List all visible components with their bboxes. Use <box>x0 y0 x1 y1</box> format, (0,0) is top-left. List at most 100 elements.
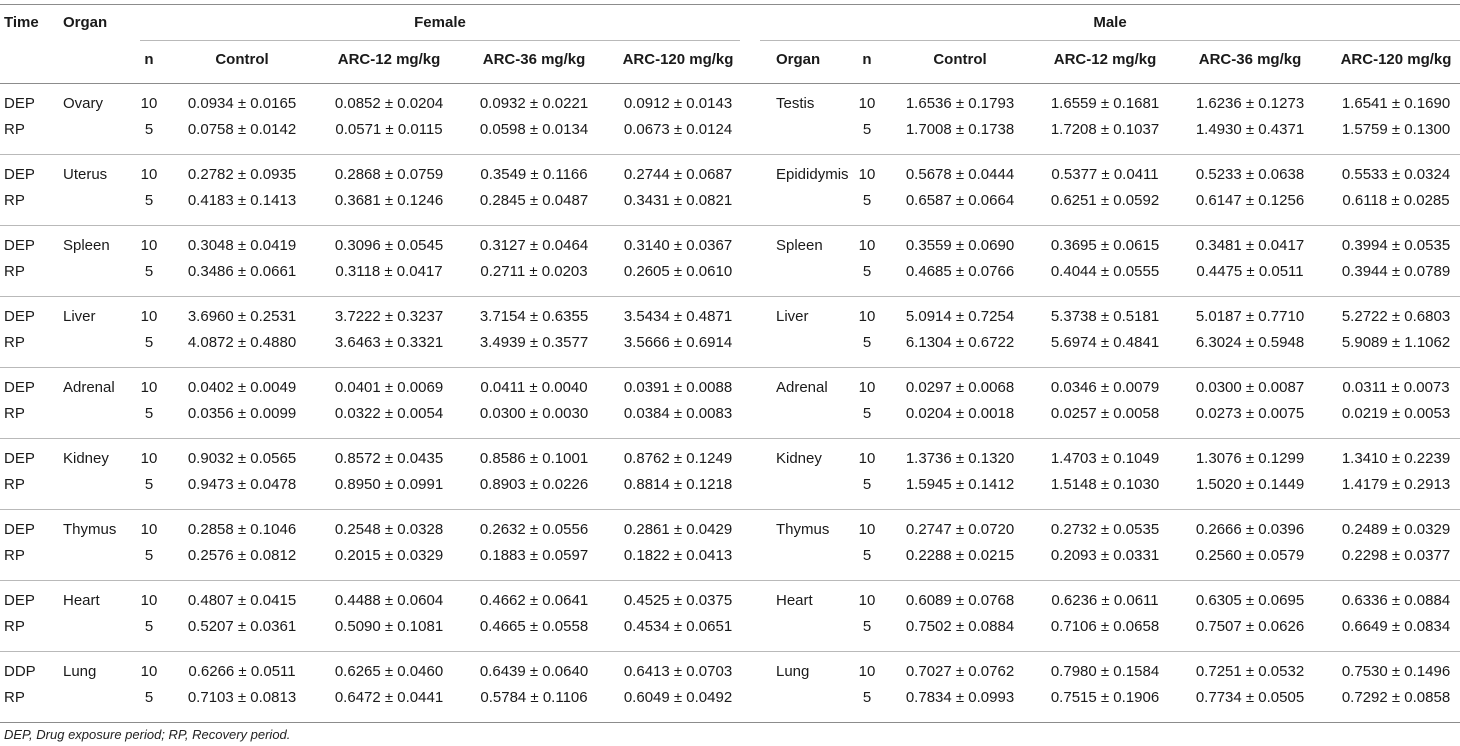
female-group-rule <box>140 40 740 41</box>
header-male-group: ARC-36 mg/kg <box>1198 51 1302 68</box>
header-female-group: ARC-36 mg/kg <box>482 51 586 68</box>
cell-female-value: 0.0758 ± 0.0142 <box>187 121 297 138</box>
cell-male-value: 0.7734 ± 0.0505 <box>1195 689 1305 706</box>
cell-n-female: 10 <box>140 379 158 396</box>
cell-female-value: 0.0391 ± 0.0088 <box>623 379 733 396</box>
cell-female-value: 0.8762 ± 0.1249 <box>623 450 733 467</box>
cell-female-value: 3.4939 ± 0.3577 <box>479 334 589 351</box>
cell-n-female: 5 <box>144 689 154 706</box>
cell-male-value: 1.5759 ± 0.1300 <box>1341 121 1451 138</box>
cell-n-female: 5 <box>144 405 154 422</box>
cell-male-value: 0.7980 ± 0.1584 <box>1050 663 1160 680</box>
block-separator-rule <box>0 296 1460 297</box>
cell-male-value: 1.4179 ± 0.2913 <box>1341 476 1451 493</box>
cell-male-value: 5.6974 ± 0.4841 <box>1050 334 1160 351</box>
cell-female-value: 0.0401 ± 0.0069 <box>334 379 444 396</box>
cell-female-value: 0.3486 ± 0.0661 <box>187 263 297 280</box>
cell-time: DEP <box>4 379 35 396</box>
cell-female-value: 0.2711 ± 0.0203 <box>480 263 588 280</box>
cell-female-value: 3.7222 ± 0.3237 <box>334 308 444 325</box>
cell-male-value: 0.4475 ± 0.0511 <box>1196 263 1304 280</box>
cell-time: DDP <box>4 663 36 680</box>
header-male-group: ARC-120 mg/kg <box>1340 51 1452 68</box>
cell-female-value: 0.5207 ± 0.0361 <box>187 618 297 635</box>
cell-n-female: 5 <box>144 547 154 564</box>
cell-female-value: 0.0384 ± 0.0083 <box>623 405 733 422</box>
cell-male-value: 1.6559 ± 0.1681 <box>1050 95 1160 112</box>
cell-female-value: 0.2605 ± 0.0610 <box>623 263 733 280</box>
cell-male-value: 0.2093 ± 0.0331 <box>1050 547 1160 564</box>
header-organ-female: Organ <box>63 14 108 31</box>
header-n-male: n <box>862 51 872 68</box>
cell-male-value: 0.6147 ± 0.1256 <box>1195 192 1305 209</box>
cell-female-value: 0.2744 ± 0.0687 <box>623 166 733 183</box>
cell-organ-male: Thymus <box>776 521 830 538</box>
cell-male-value: 0.7502 ± 0.0884 <box>905 618 1015 635</box>
cell-female-value: 0.2868 ± 0.0759 <box>334 166 444 183</box>
header-female-group: Control <box>215 51 269 68</box>
cell-organ-male: Adrenal <box>776 379 828 396</box>
header-female: Female <box>414 14 466 31</box>
cell-male-value: 0.7027 ± 0.0762 <box>905 663 1015 680</box>
cell-male-value: 0.2747 ± 0.0720 <box>905 521 1015 538</box>
cell-organ-female: Kidney <box>63 450 109 467</box>
cell-time: RP <box>4 121 25 138</box>
block-separator-rule <box>0 225 1460 226</box>
cell-male-value: 6.1304 ± 0.6722 <box>905 334 1015 351</box>
cell-female-value: 0.3681 ± 0.1246 <box>334 192 444 209</box>
cell-male-value: 1.6536 ± 0.1793 <box>905 95 1015 112</box>
cell-organ-female: Ovary <box>63 95 104 112</box>
cell-male-value: 1.5020 ± 0.1449 <box>1195 476 1305 493</box>
cell-female-value: 4.0872 ± 0.4880 <box>187 334 297 351</box>
cell-male-value: 0.6118 ± 0.0285 <box>1342 192 1450 209</box>
cell-n-female: 5 <box>144 121 154 138</box>
cell-female-value: 0.2632 ± 0.0556 <box>479 521 589 538</box>
cell-time: RP <box>4 476 25 493</box>
cell-male-value: 0.6649 ± 0.0834 <box>1341 618 1451 635</box>
table-bottom-rule <box>0 722 1460 723</box>
cell-organ-male: Epididymis <box>776 166 849 183</box>
cell-n-female: 5 <box>144 263 154 280</box>
cell-n-male: 10 <box>858 450 876 467</box>
header-bottom-rule <box>0 83 1460 84</box>
cell-female-value: 0.8903 ± 0.0226 <box>479 476 589 493</box>
cell-female-value: 0.9032 ± 0.0565 <box>187 450 297 467</box>
cell-female-value: 0.0852 ± 0.0204 <box>334 95 444 112</box>
cell-female-value: 0.2782 ± 0.0935 <box>187 166 297 183</box>
cell-n-female: 10 <box>140 166 158 183</box>
cell-female-value: 0.2576 ± 0.0812 <box>187 547 297 564</box>
cell-n-male: 10 <box>858 379 876 396</box>
cell-female-value: 0.3127 ± 0.0464 <box>479 237 589 254</box>
cell-male-value: 1.3076 ± 0.1299 <box>1195 450 1305 467</box>
cell-time: DEP <box>4 521 35 538</box>
cell-female-value: 0.2015 ± 0.0329 <box>334 547 444 564</box>
cell-n-female: 5 <box>144 192 154 209</box>
header-female-group: ARC-120 mg/kg <box>622 51 734 68</box>
cell-female-value: 3.6960 ± 0.2531 <box>187 308 297 325</box>
cell-female-value: 0.8950 ± 0.0991 <box>334 476 444 493</box>
cell-n-female: 10 <box>140 450 158 467</box>
cell-female-value: 0.0934 ± 0.0165 <box>187 95 297 112</box>
cell-time: RP <box>4 689 25 706</box>
cell-male-value: 0.0297 ± 0.0068 <box>905 379 1015 396</box>
cell-female-value: 0.8572 ± 0.0435 <box>334 450 444 467</box>
cell-n-male: 10 <box>858 95 876 112</box>
cell-time: DEP <box>4 237 35 254</box>
cell-time: DEP <box>4 592 35 609</box>
cell-female-value: 0.3140 ± 0.0367 <box>623 237 733 254</box>
cell-male-value: 0.0257 ± 0.0058 <box>1050 405 1160 422</box>
cell-male-value: 0.6587 ± 0.0664 <box>905 192 1015 209</box>
cell-female-value: 0.1883 ± 0.0597 <box>479 547 589 564</box>
cell-organ-female: Thymus <box>63 521 117 538</box>
cell-male-value: 5.2722 ± 0.6803 <box>1341 308 1451 325</box>
cell-n-male: 5 <box>862 263 872 280</box>
cell-female-value: 0.0598 ± 0.0134 <box>479 121 589 138</box>
cell-n-female: 10 <box>140 663 158 680</box>
cell-female-value: 0.0402 ± 0.0049 <box>187 379 297 396</box>
cell-male-value: 1.3410 ± 0.2239 <box>1341 450 1451 467</box>
cell-female-value: 0.6472 ± 0.0441 <box>334 689 444 706</box>
cell-female-value: 0.9473 ± 0.0478 <box>187 476 297 493</box>
cell-male-value: 0.2666 ± 0.0396 <box>1195 521 1305 538</box>
cell-male-value: 0.0300 ± 0.0087 <box>1195 379 1305 396</box>
cell-female-value: 0.0322 ± 0.0054 <box>334 405 444 422</box>
